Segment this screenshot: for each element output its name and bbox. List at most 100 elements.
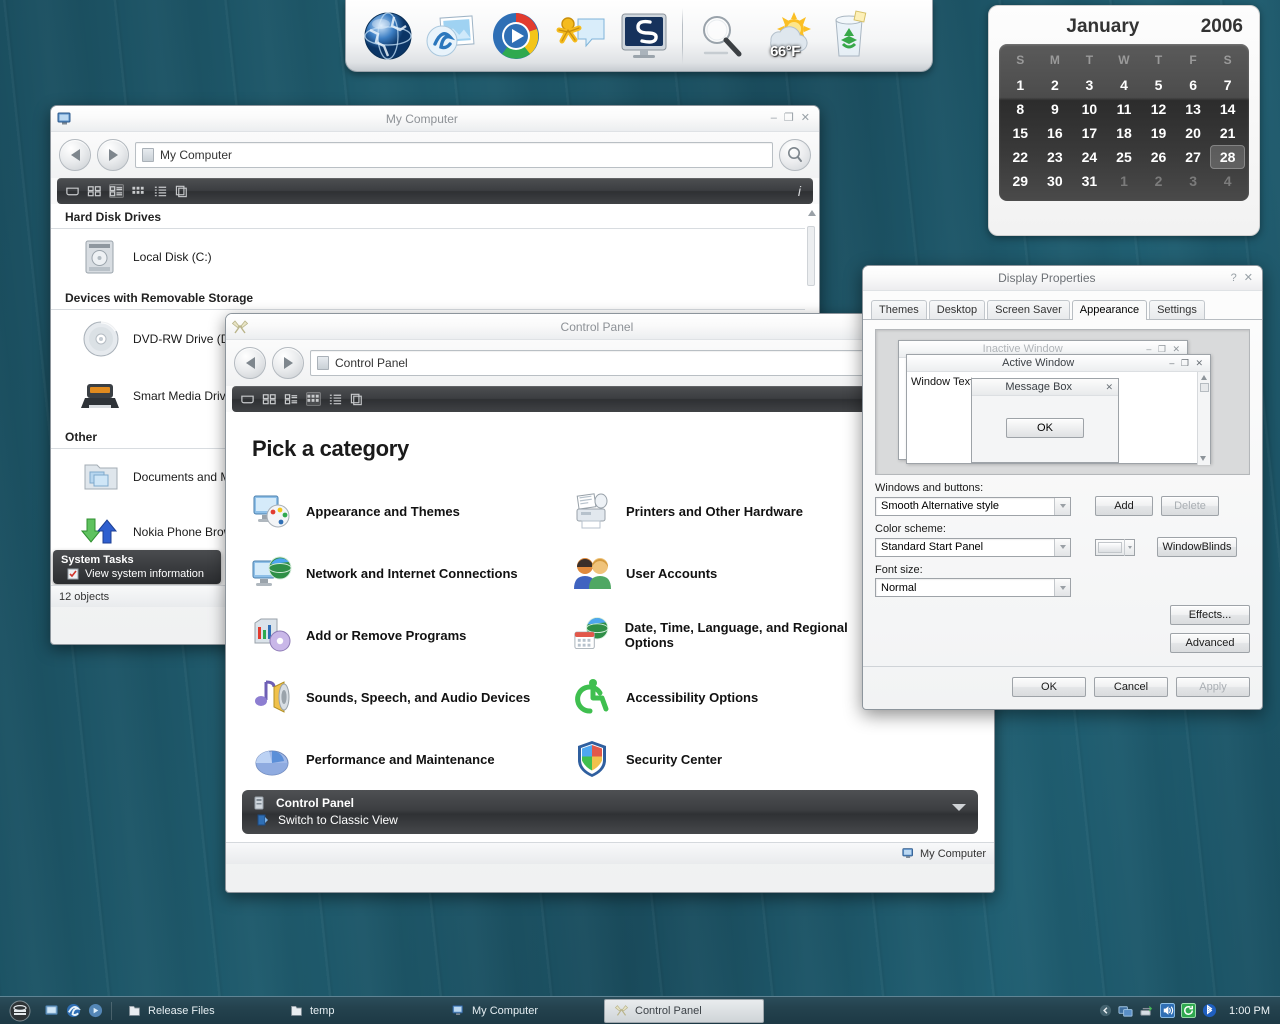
dock-item-recycle-bin[interactable] — [817, 6, 881, 66]
calendar-day[interactable]: 20 — [1176, 121, 1211, 145]
back-button[interactable] — [234, 347, 266, 379]
drive-item-local-disk[interactable]: Local Disk (C:) — [51, 229, 819, 285]
calendar-day-today[interactable]: 28 — [1210, 145, 1245, 169]
advanced-button[interactable]: Advanced — [1170, 633, 1250, 653]
calendar-day[interactable]: 3 — [1176, 169, 1211, 193]
category-security-center[interactable]: Security Center — [572, 728, 892, 790]
calendar-widget[interactable]: January 2006 SMTWTFS 1 2 3 4 5 6 7 8 9 10 11 12 13 14… — [988, 5, 1260, 236]
category-printers-other-hardware[interactable]: Printers and Other Hardware — [572, 480, 892, 542]
minimize-button[interactable]: – — [771, 113, 777, 124]
tab-settings[interactable]: Settings — [1149, 300, 1205, 319]
calendar-day[interactable]: 26 — [1141, 145, 1176, 169]
list-view-icon[interactable] — [131, 184, 146, 198]
calendar-day[interactable]: 24 — [1072, 145, 1107, 169]
color-scheme-select[interactable]: Standard Start Panel — [875, 537, 1071, 557]
calendar-day[interactable]: 25 — [1107, 145, 1142, 169]
category-sounds-speech-audio[interactable]: Sounds, Speech, and Audio Devices — [252, 666, 572, 728]
category-date-time-language-regional[interactable]: Date, Time, Language, and Regional Optio… — [572, 604, 892, 666]
control-panel-tasks-panel[interactable]: Control Panel Switch to Classic View — [242, 790, 978, 834]
calendar-day[interactable]: 8 — [1003, 97, 1038, 121]
category-user-accounts[interactable]: User Accounts — [572, 542, 892, 604]
taskbar-button-temp[interactable]: temp — [280, 999, 440, 1023]
close-button[interactable]: ✕ — [801, 113, 810, 124]
calendar-day[interactable]: 31 — [1072, 169, 1107, 193]
calendar-day[interactable]: 13 — [1176, 97, 1211, 121]
taskbar-clock[interactable]: 1:00 PM — [1229, 1005, 1270, 1017]
system-tasks-link[interactable]: View system information — [61, 568, 213, 580]
close-button[interactable]: ✕ — [1244, 272, 1253, 284]
calendar-day[interactable]: 3 — [1072, 73, 1107, 97]
scroll-up-arrow[interactable] — [808, 210, 816, 216]
calendar-day[interactable]: 2 — [1038, 73, 1073, 97]
display-properties-dialog[interactable]: Display Properties ? ✕ Themes Desktop Scre… — [862, 265, 1263, 710]
address-bar[interactable]: Control Panel — [310, 350, 948, 376]
tiles-view-icon[interactable] — [87, 184, 102, 198]
calendar-day[interactable]: 2 — [1141, 169, 1176, 193]
search-button[interactable] — [779, 139, 811, 171]
calendar-day[interactable]: 4 — [1107, 73, 1142, 97]
maximize-button[interactable]: ❐ — [784, 113, 794, 124]
dock-item-messenger[interactable] — [548, 6, 612, 66]
category-performance-maintenance[interactable]: Performance and Maintenance — [252, 728, 572, 790]
taskbar-button-my-computer[interactable]: My Computer — [442, 999, 602, 1023]
dock-item-weather[interactable]: 66°F — [753, 6, 817, 66]
cancel-button[interactable]: Cancel — [1094, 677, 1168, 697]
chevron-down-icon[interactable] — [1054, 538, 1070, 556]
tray-bluetooth-icon[interactable] — [1202, 1003, 1217, 1018]
my-computer-view-toolbar[interactable]: i — [57, 178, 813, 204]
media-icon[interactable] — [88, 1003, 103, 1018]
chevron-down-icon[interactable] — [1054, 579, 1070, 596]
address-bar[interactable]: My Computer — [135, 142, 773, 168]
calendar-day[interactable]: 6 — [1176, 73, 1211, 97]
dock-item-browser-globe[interactable] — [356, 6, 420, 66]
display-properties-window-controls[interactable]: ? ✕ — [1231, 272, 1253, 284]
my-computer-titlebar[interactable]: My Computer – ❐ ✕ — [51, 106, 819, 132]
dock-item-stardock[interactable] — [612, 6, 676, 66]
calendar-day[interactable]: 1 — [1003, 73, 1038, 97]
chevron-down-icon[interactable] — [1054, 497, 1070, 515]
details-view-icon[interactable] — [153, 184, 168, 198]
tray-safely-remove-icon[interactable] — [1139, 1003, 1154, 1018]
tray-chevron-icon[interactable] — [1099, 1004, 1112, 1017]
filmstrip-view-icon[interactable] — [175, 184, 190, 198]
icons-view-icon[interactable] — [109, 184, 124, 198]
calendar-day[interactable]: 16 — [1038, 121, 1073, 145]
filmstrip-view-icon[interactable] — [350, 392, 365, 406]
calendar-day[interactable]: 23 — [1038, 145, 1073, 169]
chevron-down-icon[interactable] — [1124, 538, 1134, 556]
icons-view-icon[interactable] — [284, 392, 299, 406]
switch-to-classic-view-link[interactable]: Switch to Classic View — [252, 813, 968, 827]
category-add-remove-programs[interactable]: Add or Remove Programs — [252, 604, 572, 666]
windowblinds-button[interactable]: WindowBlinds — [1157, 537, 1237, 557]
taskbar-button-control-panel[interactable]: Control Panel — [604, 998, 764, 1023]
chevron-down-icon[interactable] — [952, 804, 966, 811]
dock-item-photo-mail[interactable] — [420, 6, 484, 66]
add-button[interactable]: Add — [1095, 496, 1153, 516]
calendar-day[interactable]: 12 — [1141, 97, 1176, 121]
calendar-day[interactable]: 14 — [1210, 97, 1245, 121]
help-button[interactable]: ? — [1231, 272, 1237, 284]
scrollbar-thumb[interactable] — [807, 226, 815, 286]
thumbnails-view-icon[interactable] — [65, 184, 80, 198]
details-view-icon[interactable] — [328, 392, 343, 406]
taskbar-button-release-files[interactable]: Release Files — [118, 999, 278, 1023]
start-button[interactable] — [0, 997, 40, 1024]
apply-button[interactable]: Apply — [1176, 677, 1250, 697]
calendar-day[interactable]: 22 — [1003, 145, 1038, 169]
calendar-day[interactable]: 11 — [1107, 97, 1142, 121]
tray-update-icon[interactable] — [1181, 1003, 1197, 1018]
list-view-icon[interactable] — [306, 392, 321, 406]
my-computer-window-controls[interactable]: – ❐ ✕ — [771, 113, 810, 124]
calendar-day[interactable]: 21 — [1210, 121, 1245, 145]
tab-themes[interactable]: Themes — [871, 300, 927, 319]
back-button[interactable] — [59, 139, 91, 171]
thumbnails-view-icon[interactable] — [240, 392, 255, 406]
forward-button[interactable] — [97, 139, 129, 171]
info-icon[interactable]: i — [798, 183, 805, 199]
show-desktop-icon[interactable] — [44, 1003, 59, 1018]
tab-appearance[interactable]: Appearance — [1071, 300, 1148, 320]
internet-explorer-icon[interactable] — [66, 1003, 81, 1018]
category-accessibility-options[interactable]: Accessibility Options — [572, 666, 892, 728]
forward-button[interactable] — [272, 347, 304, 379]
tiles-view-icon[interactable] — [262, 392, 277, 406]
